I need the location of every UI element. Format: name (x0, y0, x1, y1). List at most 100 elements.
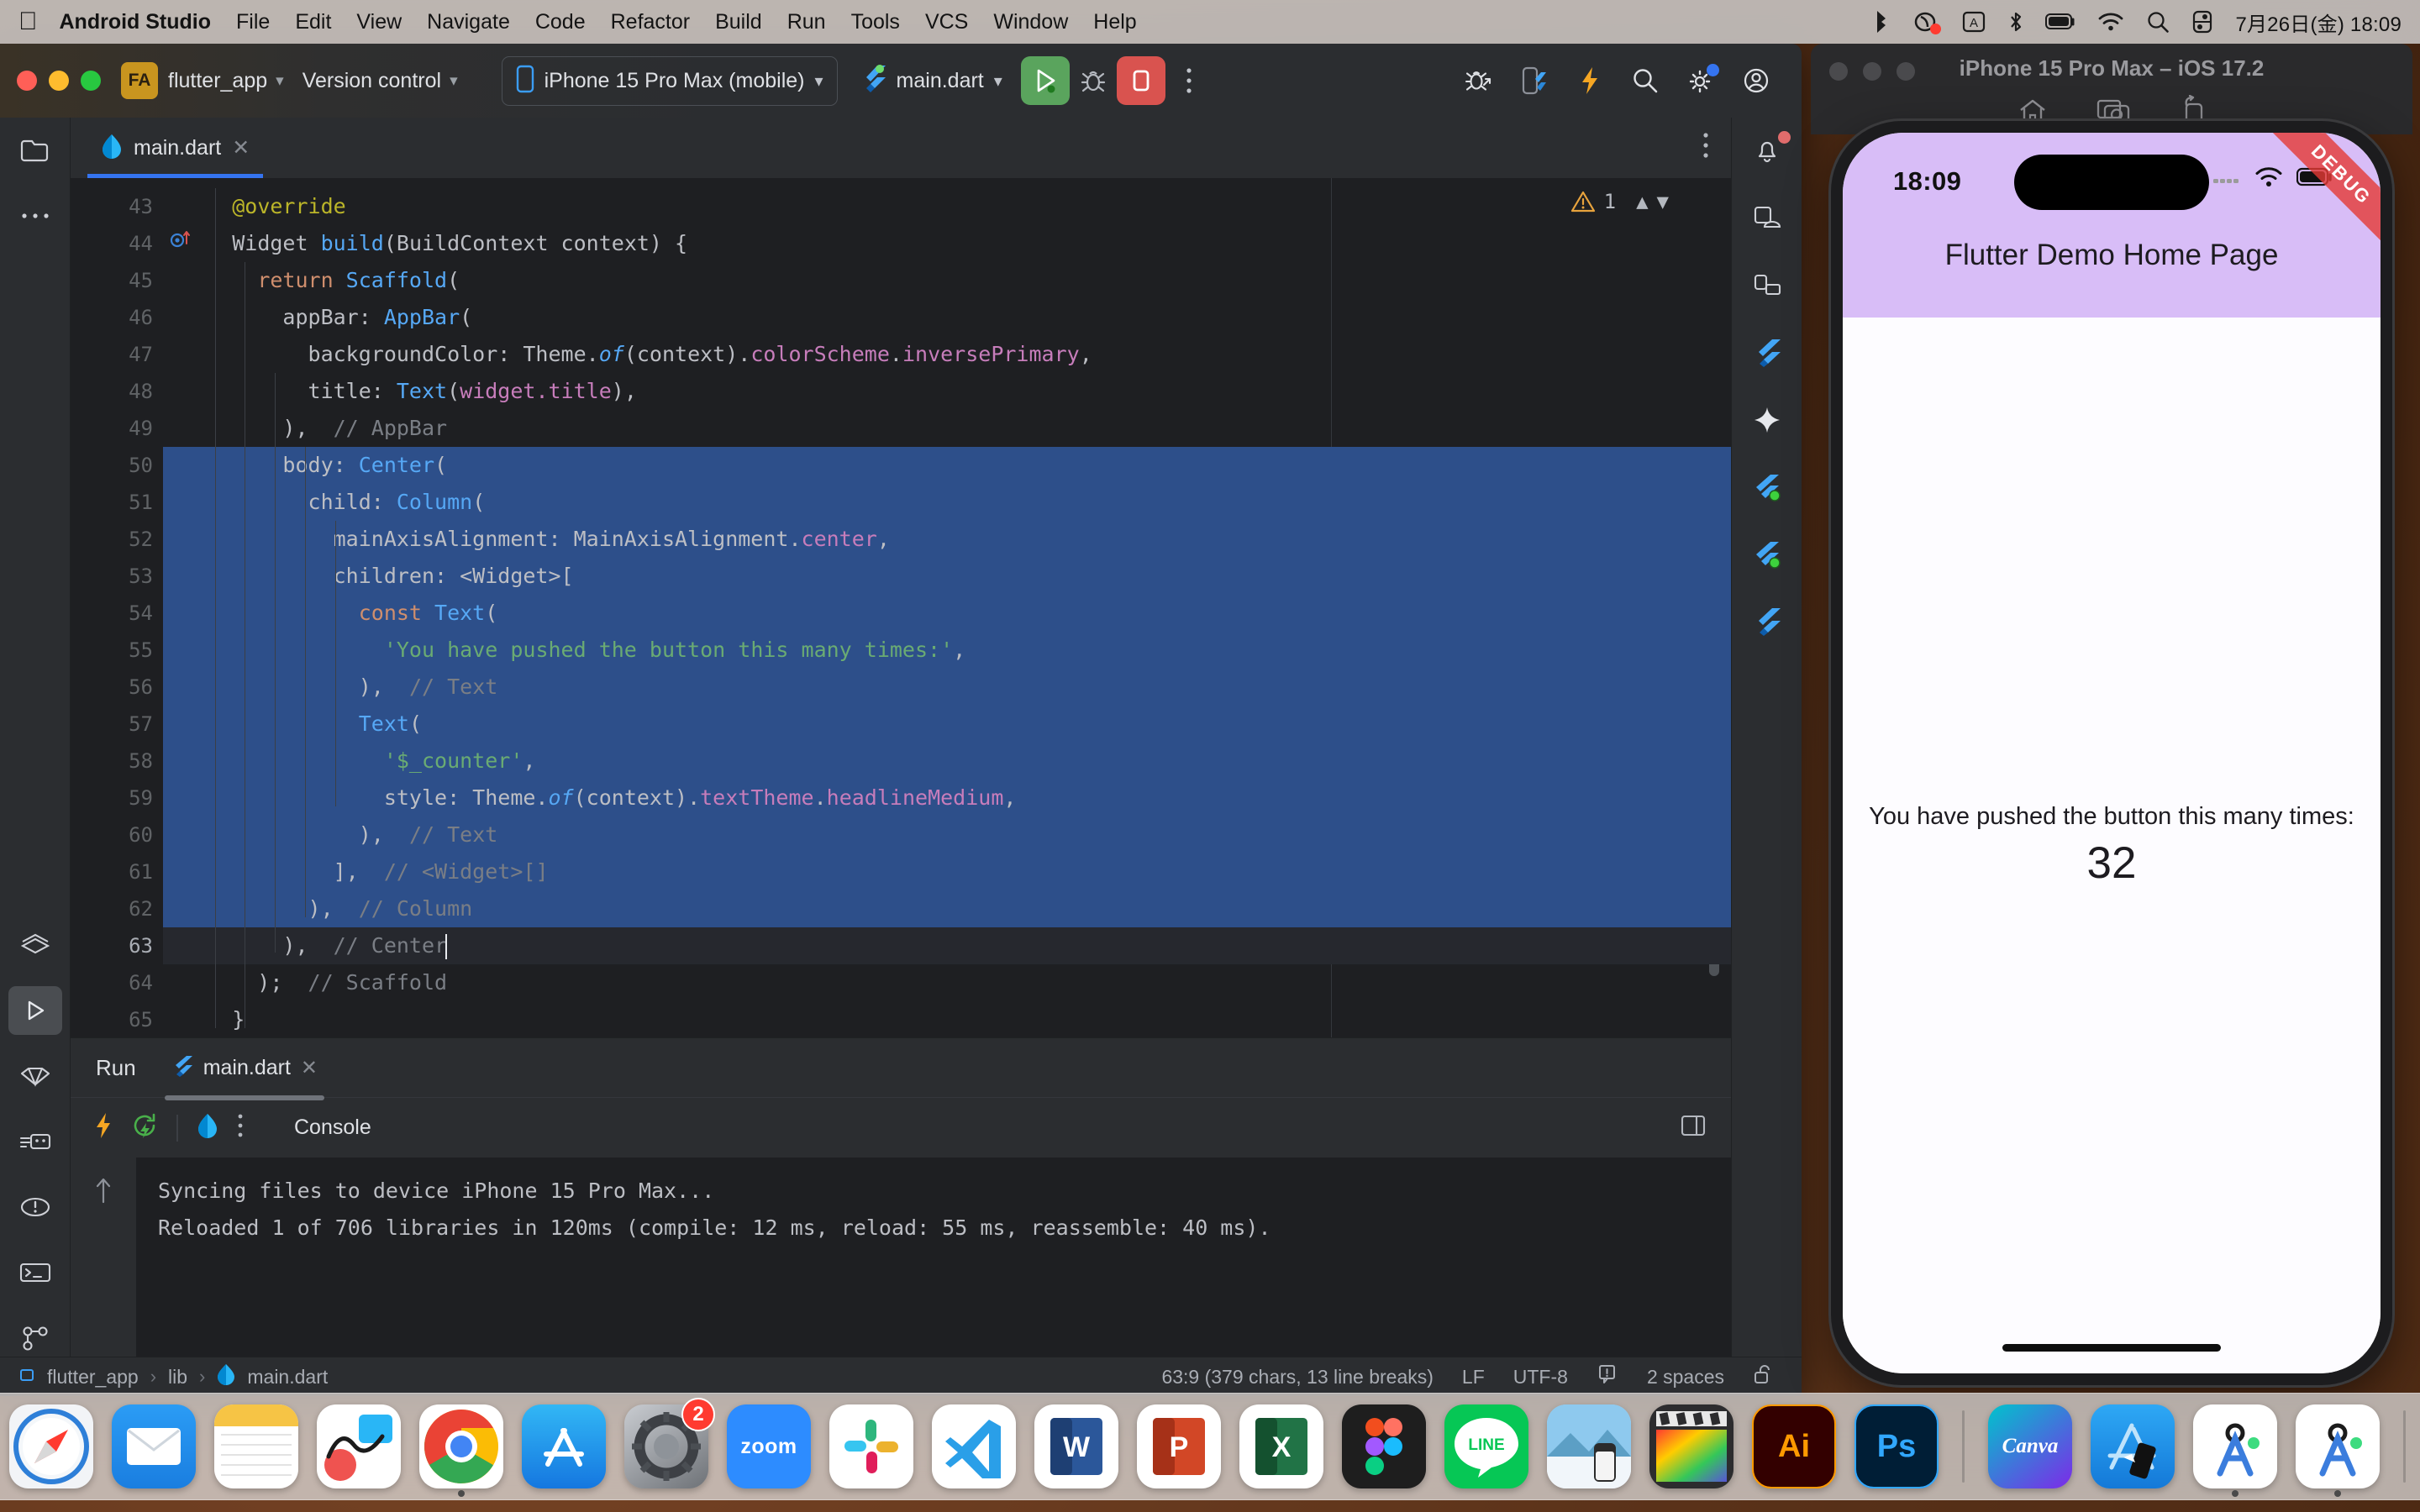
editor-options-icon[interactable] (1702, 131, 1731, 165)
flutter-performance-icon[interactable] (1732, 521, 1802, 588)
menu-navigate[interactable]: Navigate (427, 10, 510, 34)
dock-item-safari[interactable] (4, 1399, 98, 1494)
simulator-maximize-button[interactable] (1897, 62, 1915, 81)
wifi-icon[interactable] (2097, 12, 2124, 32)
dock-item-powerpoint[interactable]: P (1132, 1399, 1226, 1494)
control-center-icon[interactable] (2191, 10, 2213, 34)
menu-tools[interactable]: Tools (851, 10, 900, 34)
sidebar-item-project[interactable] (0, 118, 71, 183)
console-output[interactable]: Syncing files to device iPhone 15 Pro Ma… (71, 1158, 1731, 1357)
minimize-window-button[interactable] (49, 71, 69, 91)
device-mirror-icon[interactable] (1511, 57, 1558, 104)
dock-item-photos[interactable] (1542, 1399, 1636, 1494)
dock-item-figma[interactable] (1337, 1399, 1431, 1494)
menubar-clock[interactable]: 7月26日(金) 18:09 (2235, 8, 2402, 37)
device-manager-icon[interactable] (1732, 185, 1802, 252)
split-pane-icon[interactable] (1681, 1115, 1731, 1141)
code-line[interactable]: ); // Scaffold (163, 964, 1731, 1001)
close-icon[interactable]: ✕ (232, 135, 250, 160)
line-number[interactable]: 64 (71, 964, 163, 1001)
device-selector[interactable]: iPhone 15 Pro Max (mobile) ▾ (501, 55, 838, 106)
maximize-window-button[interactable] (81, 71, 101, 91)
code-line[interactable]: '$_counter', (163, 743, 1731, 780)
dock-item-system-settings[interactable]: 2 (619, 1398, 715, 1494)
more-vertical-icon[interactable] (237, 1113, 244, 1142)
sidebar-item-problems[interactable] (0, 1174, 71, 1240)
line-number[interactable]: 53 (71, 558, 163, 595)
dock-item-illustrator[interactable]: Ai (1747, 1399, 1841, 1494)
line-number[interactable]: 56 (71, 669, 163, 706)
line-number[interactable]: 60 (71, 816, 163, 853)
simulator-minimize-button[interactable] (1863, 62, 1881, 81)
code-line[interactable]: backgroundColor: Theme.of(context).color… (163, 336, 1731, 373)
menu-vcs[interactable]: VCS (925, 10, 968, 34)
menu-edit[interactable]: Edit (295, 10, 331, 34)
dock-item-chrome[interactable] (414, 1399, 508, 1497)
search-icon[interactable] (1622, 57, 1669, 104)
line-number[interactable]: 65 (71, 1001, 163, 1037)
console-gutter[interactable] (71, 1158, 136, 1357)
scroll-up-icon[interactable] (93, 1176, 113, 1357)
dock-item-mail[interactable] (107, 1399, 201, 1494)
version-control-button[interactable]: Version control (302, 69, 441, 93)
flutter-inspector-icon[interactable] (197, 1113, 218, 1142)
line-number[interactable]: 63 (71, 927, 163, 964)
recording-icon[interactable] (1912, 10, 1942, 34)
menu-window[interactable]: Window (993, 10, 1068, 34)
line-number[interactable]: 48 (71, 373, 163, 410)
close-window-button[interactable] (17, 71, 37, 91)
menu-build[interactable]: Build (715, 10, 762, 34)
code-line[interactable]: ], // <Widget>[] (163, 853, 1731, 890)
notifications-icon[interactable] (1732, 118, 1802, 185)
run-button[interactable] (1020, 56, 1070, 105)
code-line[interactable]: mainAxisAlignment: MainAxisAlignment.cen… (163, 521, 1731, 558)
breadcrumb-folder[interactable]: lib (168, 1366, 187, 1389)
dock-item-vscode[interactable] (927, 1399, 1021, 1494)
code-content[interactable]: 1 ▲ ▼ @override Widget build(BuildContex… (163, 178, 1731, 1037)
line-number[interactable]: 55 (71, 632, 163, 669)
line-number[interactable]: 44 (71, 225, 190, 262)
line-number[interactable]: 47 (71, 336, 163, 373)
more-vertical-icon[interactable] (1165, 57, 1213, 104)
dock-item-app-store[interactable] (517, 1399, 611, 1494)
console-label[interactable]: Console (294, 1116, 371, 1140)
menubar-app-name[interactable]: Android Studio (60, 10, 212, 34)
input-source-icon[interactable]: A (1961, 9, 1986, 34)
debug-attach-icon[interactable] (1455, 57, 1502, 104)
dock-item-notes[interactable] (209, 1399, 303, 1494)
code-line[interactable]: appBar: AppBar( (163, 299, 1731, 336)
dock-item-slack[interactable] (824, 1399, 918, 1494)
code-line[interactable]: body: Center( (163, 447, 1731, 484)
code-line[interactable]: 'You have pushed the button this many ti… (163, 632, 1731, 669)
spotlight-icon[interactable] (2146, 10, 2170, 34)
line-ending[interactable]: LF (1462, 1366, 1485, 1389)
menu-file[interactable]: File (236, 10, 270, 34)
line-number[interactable]: 58 (71, 743, 163, 780)
line-number[interactable]: 52 (71, 521, 163, 558)
dock-item-excel[interactable]: X (1234, 1399, 1328, 1494)
sidebar-item-run[interactable] (0, 978, 71, 1043)
code-line[interactable]: return Scaffold( (163, 262, 1731, 299)
project-name-button[interactable]: flutter_app (168, 69, 267, 93)
code-line[interactable]: const Text( (163, 595, 1731, 632)
bluetooth-icon[interactable] (2008, 10, 2023, 34)
editor-tab-main-dart[interactable]: main.dart ✕ (87, 118, 264, 178)
running-devices-icon[interactable] (1732, 252, 1802, 319)
breadcrumb-file[interactable]: main.dart (247, 1366, 328, 1389)
dock-item-freeform[interactable] (312, 1399, 406, 1494)
indent-setting[interactable]: 2 spaces (1647, 1366, 1724, 1389)
line-number-gutter[interactable]: 43 44 45 46 47 48 49 50 51 52 53 54 55 56 57 58 59 60 61 62… (71, 178, 190, 1037)
line-number[interactable]: 51 (71, 484, 163, 521)
unlocked-icon[interactable] (1753, 1363, 1773, 1390)
code-editor[interactable]: 43 44 45 46 47 48 49 50 51 52 53 54 55 56 57 58 59 60 61 62… (71, 178, 1731, 1037)
line-number[interactable]: 61 (71, 853, 163, 890)
simulator-close-button[interactable] (1829, 62, 1848, 81)
code-line[interactable]: ), // Center (163, 927, 1731, 964)
inspections-icon[interactable] (1597, 1363, 1618, 1390)
code-line[interactable]: child: Column( (163, 484, 1731, 521)
line-number[interactable]: 50 (71, 447, 163, 484)
dock-item-xcode[interactable] (2086, 1399, 2180, 1494)
dock-item-word[interactable]: W (1029, 1399, 1123, 1494)
sidebar-item-logcat[interactable] (0, 1109, 71, 1174)
code-line[interactable]: ), // Text (163, 816, 1731, 853)
